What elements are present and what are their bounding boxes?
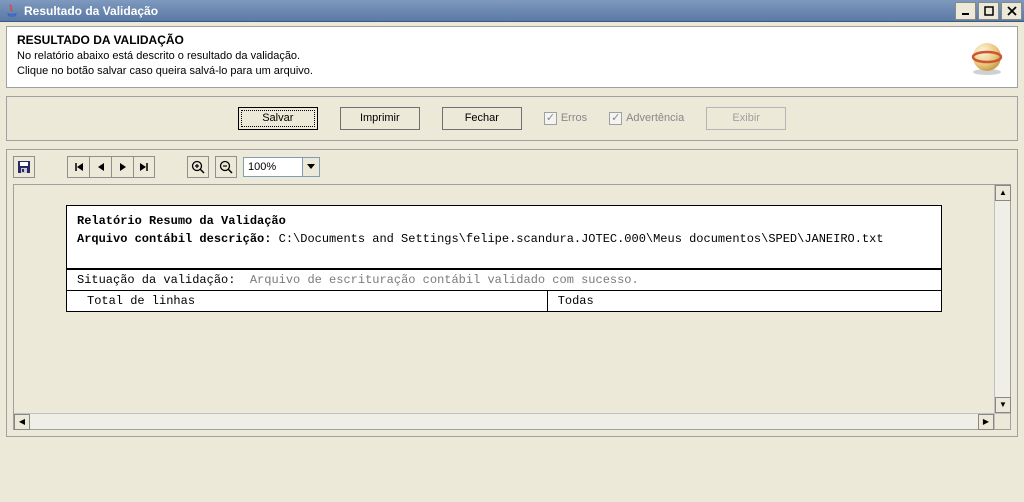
close-dialog-button[interactable]: Fechar	[442, 107, 522, 130]
vertical-scrollbar[interactable]: ▲ ▼	[994, 185, 1010, 413]
checkbox-icon	[609, 112, 622, 125]
show-button: Exibir	[706, 107, 786, 130]
save-report-button[interactable]	[13, 156, 35, 178]
total-label: Total de linhas	[87, 294, 195, 308]
sped-logo-icon	[967, 37, 1007, 80]
prev-page-button[interactable]	[89, 156, 111, 178]
checkbox-icon	[544, 112, 557, 125]
last-page-button[interactable]	[133, 156, 155, 178]
horizontal-scrollbar[interactable]: ◀ ▶	[14, 413, 994, 429]
warning-checkbox: Advertência	[609, 112, 684, 125]
viewer-content-area: Relatório Resumo da Validação Arquivo co…	[13, 184, 1011, 430]
zoom-combo[interactable]	[243, 157, 320, 177]
first-page-button[interactable]	[67, 156, 89, 178]
nav-group	[67, 156, 155, 178]
header-title: RESULTADO DA VALIDAÇÃO	[17, 33, 1007, 47]
warning-label: Advertência	[626, 112, 684, 124]
errors-checkbox: Erros	[544, 112, 587, 125]
next-page-button[interactable]	[111, 156, 133, 178]
header-line: Clique no botão salvar caso queira salvá…	[17, 64, 1007, 79]
close-button[interactable]	[1001, 2, 1022, 20]
minimize-button[interactable]	[955, 2, 976, 20]
header-panel: RESULTADO DA VALIDAÇÃO No relatório abai…	[6, 26, 1018, 88]
scroll-track[interactable]	[995, 201, 1010, 397]
report-table: Relatório Resumo da Validação Arquivo co…	[66, 205, 942, 312]
report-viewer: Relatório Resumo da Validação Arquivo co…	[6, 149, 1018, 437]
report-page: Relatório Resumo da Validação Arquivo co…	[16, 187, 992, 411]
report-total-row: Total de linhas Todas	[67, 291, 941, 311]
zoom-out-button[interactable]	[215, 156, 237, 178]
total-value: Todas	[558, 294, 594, 308]
zoom-in-button[interactable]	[187, 156, 209, 178]
zoom-dropdown-button[interactable]	[303, 157, 320, 177]
file-label: Arquivo contábil descrição:	[77, 232, 271, 246]
report-header-block: Relatório Resumo da Validação Arquivo co…	[67, 206, 941, 270]
scroll-right-button[interactable]: ▶	[978, 414, 994, 430]
viewer-toolbar	[13, 156, 1011, 178]
status-value: Arquivo de escrituração contábil validad…	[250, 273, 639, 287]
scroll-corner	[994, 413, 1010, 429]
header-line: No relatório abaixo está descrito o resu…	[17, 49, 1007, 64]
maximize-button[interactable]	[978, 2, 999, 20]
report-file-line: Arquivo contábil descrição: C:\Documents…	[77, 232, 931, 246]
java-icon	[4, 3, 20, 19]
total-value-cell: Todas	[548, 291, 941, 311]
window-body: RESULTADO DA VALIDAÇÃO No relatório abai…	[0, 22, 1024, 443]
zoom-input[interactable]	[243, 157, 303, 177]
titlebar[interactable]: Resultado da Validação	[0, 0, 1024, 22]
window-title: Resultado da Validação	[24, 4, 955, 18]
errors-label: Erros	[561, 112, 587, 124]
action-bar: Salvar Imprimir Fechar Erros Advertência…	[6, 96, 1018, 141]
total-label-cell: Total de linhas	[67, 291, 548, 311]
status-cell: Situação da validação: Arquivo de escrit…	[67, 270, 941, 290]
scroll-left-button[interactable]: ◀	[14, 414, 30, 430]
scroll-up-button[interactable]: ▲	[995, 185, 1011, 201]
report-status-row: Situação da validação: Arquivo de escrit…	[67, 270, 941, 291]
scroll-down-button[interactable]: ▼	[995, 397, 1011, 413]
scroll-track[interactable]	[30, 414, 978, 429]
status-label: Situação da validação:	[77, 273, 235, 287]
file-value: C:\Documents and Settings\felipe.scandur…	[279, 232, 884, 246]
header-desc: No relatório abaixo está descrito o resu…	[17, 49, 1007, 79]
save-button[interactable]: Salvar	[238, 107, 318, 130]
print-button[interactable]: Imprimir	[340, 107, 420, 130]
report-title: Relatório Resumo da Validação	[77, 214, 931, 228]
